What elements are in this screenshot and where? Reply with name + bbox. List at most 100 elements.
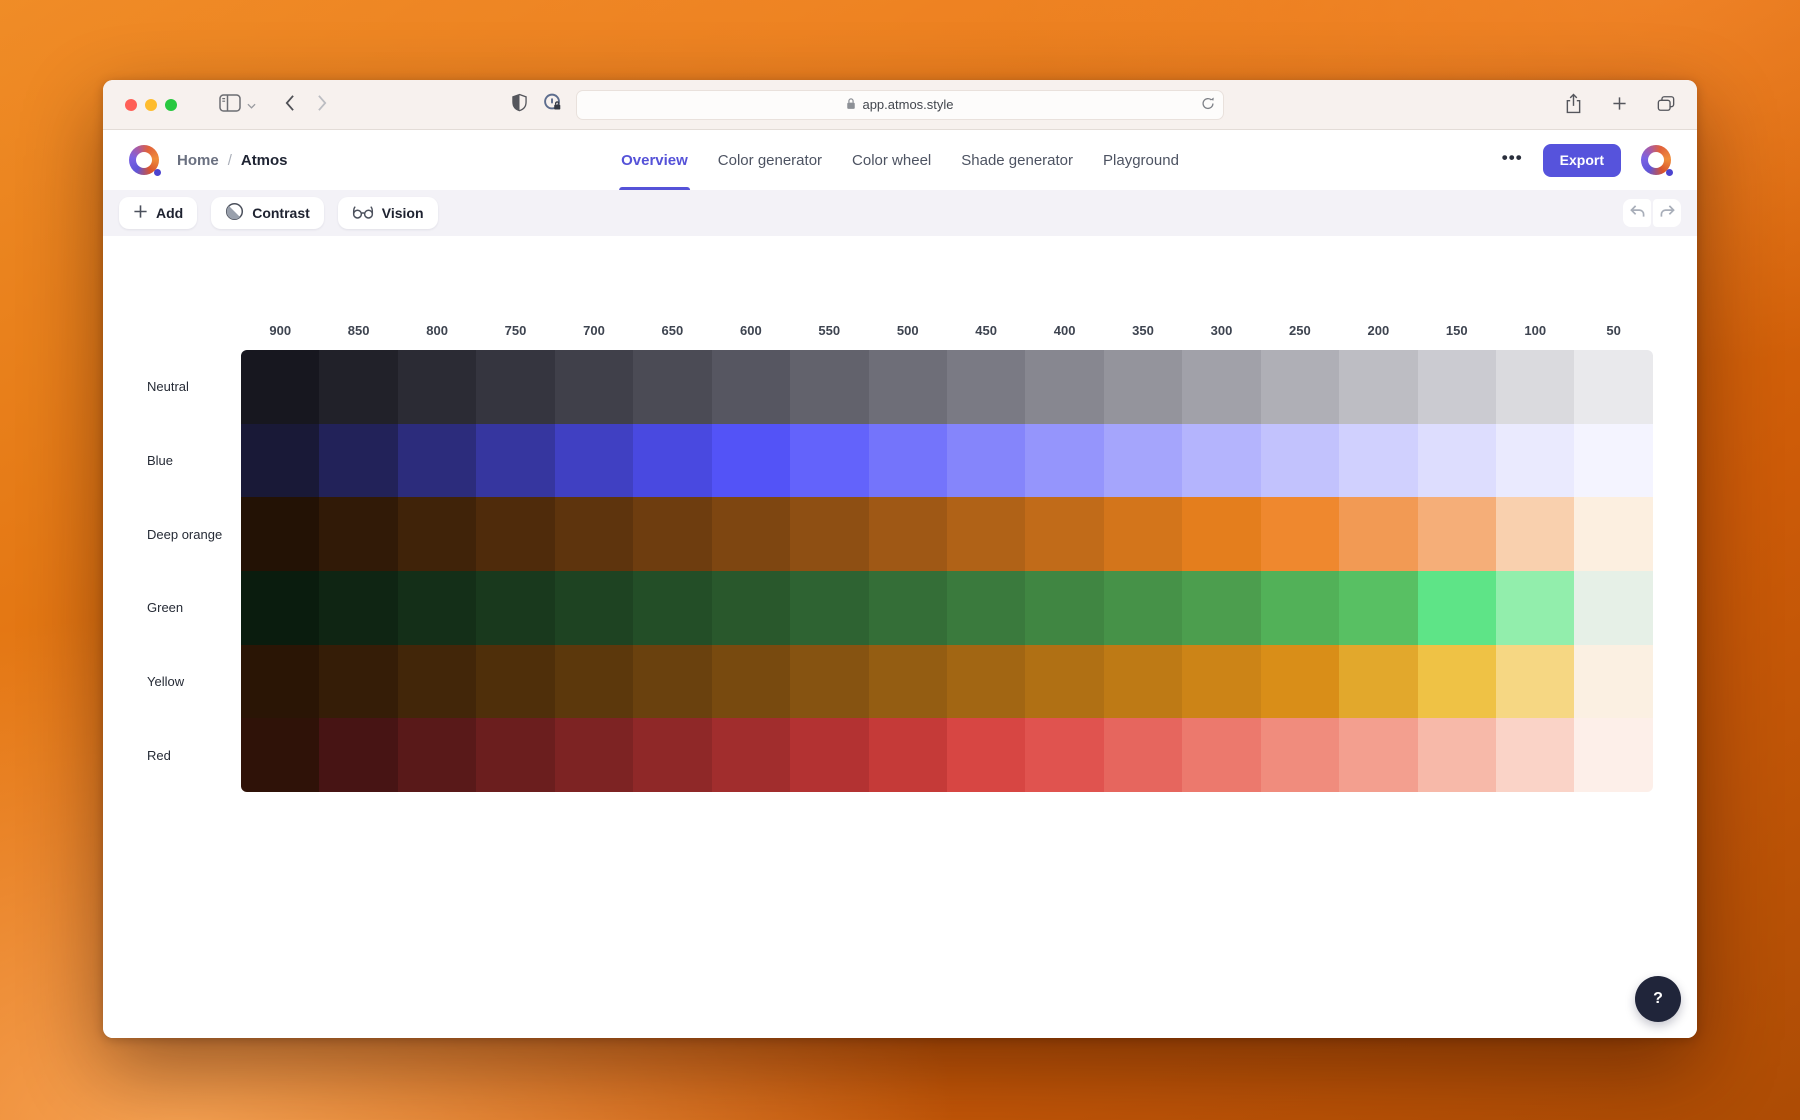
color-swatch[interactable] [947,718,1025,792]
breadcrumb-home[interactable]: Home [177,152,219,169]
back-button[interactable] [284,94,295,115]
color-swatch[interactable] [1261,718,1339,792]
color-swatch[interactable] [1339,571,1417,645]
color-swatch[interactable] [476,571,554,645]
color-swatch[interactable] [869,571,947,645]
color-swatch[interactable] [633,571,711,645]
color-swatch[interactable] [1574,350,1652,424]
tab-color-wheel[interactable]: Color wheel [852,130,931,190]
redo-button[interactable] [1653,199,1681,227]
forward-button[interactable] [317,94,328,115]
color-swatch[interactable] [1025,350,1103,424]
color-swatch[interactable] [476,645,554,719]
color-swatch[interactable] [1025,645,1103,719]
color-swatch[interactable] [790,718,868,792]
color-swatch[interactable] [869,645,947,719]
color-swatch[interactable] [1574,424,1652,498]
color-swatch[interactable] [476,424,554,498]
color-swatch[interactable] [555,571,633,645]
color-swatch[interactable] [1261,424,1339,498]
color-swatch[interactable] [398,571,476,645]
color-swatch[interactable] [790,497,868,571]
color-swatch[interactable] [790,645,868,719]
color-swatch[interactable] [1418,424,1496,498]
color-swatch[interactable] [1182,497,1260,571]
privacy-shield-icon[interactable] [512,93,527,117]
color-swatch[interactable] [947,350,1025,424]
address-bar[interactable]: app.atmos.style [576,90,1224,120]
color-swatch[interactable] [633,645,711,719]
color-swatch[interactable] [1182,424,1260,498]
color-swatch[interactable] [1025,424,1103,498]
color-swatch[interactable] [712,645,790,719]
color-swatch[interactable] [947,571,1025,645]
color-swatch[interactable] [1574,645,1652,719]
password-manager-icon[interactable] [543,93,562,117]
color-swatch[interactable] [947,424,1025,498]
color-swatch[interactable] [1025,571,1103,645]
color-swatch[interactable] [1182,350,1260,424]
color-swatch[interactable] [1418,645,1496,719]
color-swatch[interactable] [712,424,790,498]
color-swatch[interactable] [241,424,319,498]
color-swatch[interactable] [1261,571,1339,645]
color-swatch[interactable] [1496,718,1574,792]
color-swatch[interactable] [947,645,1025,719]
color-swatch[interactable] [398,497,476,571]
color-swatch[interactable] [1574,571,1652,645]
undo-button[interactable] [1623,199,1651,227]
close-window-button[interactable] [125,99,137,111]
color-swatch[interactable] [398,645,476,719]
color-swatch[interactable] [712,497,790,571]
chevron-down-icon[interactable] [247,96,256,114]
color-swatch[interactable] [1261,497,1339,571]
color-swatch[interactable] [1182,571,1260,645]
color-swatch[interactable] [1574,497,1652,571]
contrast-button[interactable]: Contrast [211,197,324,229]
color-swatch[interactable] [319,718,397,792]
tab-overview-button[interactable] [1657,95,1675,115]
add-button[interactable]: Add [119,197,197,229]
color-swatch[interactable] [1261,350,1339,424]
color-swatch[interactable] [241,645,319,719]
color-swatch[interactable] [633,497,711,571]
color-swatch[interactable] [1339,645,1417,719]
atmos-logo[interactable] [129,145,159,175]
color-swatch[interactable] [790,424,868,498]
export-button[interactable]: Export [1543,144,1621,177]
color-swatch[interactable] [1104,645,1182,719]
color-swatch[interactable] [555,497,633,571]
color-swatch[interactable] [1104,718,1182,792]
zoom-window-button[interactable] [165,99,177,111]
color-swatch[interactable] [241,718,319,792]
color-swatch[interactable] [790,571,868,645]
color-swatch[interactable] [869,350,947,424]
color-swatch[interactable] [241,350,319,424]
color-swatch[interactable] [476,718,554,792]
tab-shade-generator[interactable]: Shade generator [961,130,1073,190]
color-swatch[interactable] [555,645,633,719]
color-swatch[interactable] [1496,571,1574,645]
color-swatch[interactable] [1496,350,1574,424]
color-swatch[interactable] [555,424,633,498]
color-swatch[interactable] [712,571,790,645]
sidebar-toggle-button[interactable] [219,94,241,115]
color-swatch[interactable] [398,718,476,792]
color-swatch[interactable] [1261,645,1339,719]
tab-overview[interactable]: Overview [621,130,688,190]
color-swatch[interactable] [1339,718,1417,792]
color-swatch[interactable] [241,571,319,645]
color-swatch[interactable] [319,350,397,424]
color-swatch[interactable] [1025,718,1103,792]
color-swatch[interactable] [1104,350,1182,424]
color-swatch[interactable] [947,497,1025,571]
color-swatch[interactable] [319,497,397,571]
color-swatch[interactable] [790,350,868,424]
color-swatch[interactable] [1496,424,1574,498]
color-swatch[interactable] [1339,424,1417,498]
more-options-icon[interactable]: ••• [1502,149,1523,172]
color-swatch[interactable] [1182,718,1260,792]
color-swatch[interactable] [1418,497,1496,571]
color-swatch[interactable] [555,350,633,424]
color-swatch[interactable] [1104,571,1182,645]
